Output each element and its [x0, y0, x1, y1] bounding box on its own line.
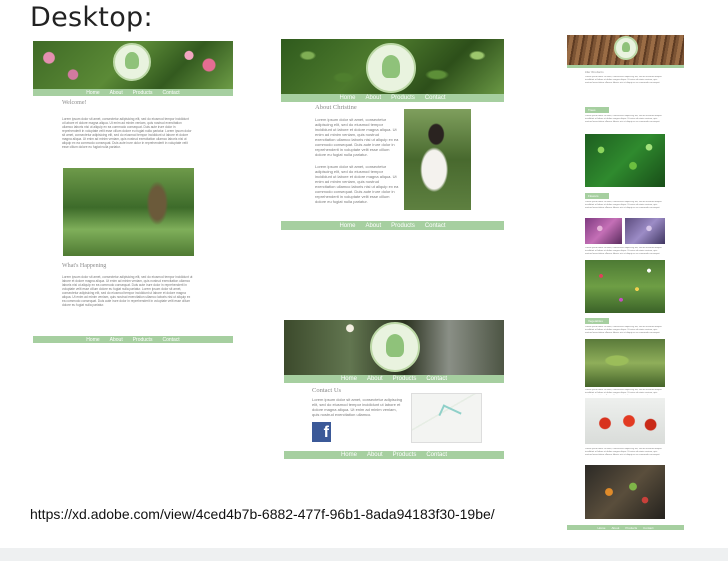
logo-icon [366, 43, 416, 93]
contact-top-nav: Home About Products Contact [284, 375, 504, 383]
contact-text: Lorem ipsum dolor sit amet, consectetur … [312, 397, 403, 417]
vegetables-photo-2 [585, 398, 665, 444]
footer-nav-home[interactable]: Home [339, 223, 355, 229]
happening-text: Lorem ipsum dolor sit amet, consectetur … [62, 275, 193, 307]
footer-nav-products[interactable]: Products [133, 337, 153, 343]
nav-home[interactable]: Home [341, 376, 357, 382]
vegetables-text-3: Lorem ipsum dolor sit amet, consectetur … [585, 448, 662, 456]
map-icon[interactable] [411, 393, 482, 443]
logo-icon [113, 43, 151, 81]
welcome-heading: Welcome! [62, 100, 87, 106]
flowers-text-2: Lorem ipsum dolor sit amet, consectetur … [585, 247, 662, 255]
facebook-icon[interactable]: f [312, 422, 331, 442]
nav-home[interactable]: Home [86, 90, 99, 96]
vegetables-text: Lorem ipsum dolor sit amet, consectetur … [585, 326, 662, 334]
about-footer-nav: Home About Products Contact [281, 221, 504, 230]
footer-nav-contact[interactable]: Contact [425, 223, 446, 229]
footer-nav-about[interactable]: About [611, 526, 619, 530]
nav-products[interactable]: Products [391, 95, 415, 101]
products-heading: Our Products [585, 70, 604, 74]
logo-icon [370, 322, 420, 372]
trees-photo [585, 134, 665, 187]
flowers-photo-1 [585, 218, 622, 244]
prototype-url[interactable]: https://xd.adobe.com/view/4ced4b7b-6882-… [30, 506, 495, 522]
home-top-nav: Home About Products Contact [33, 89, 233, 96]
footer-nav-products[interactable]: Products [393, 452, 417, 458]
footer-nav-home[interactable]: Home [597, 526, 605, 530]
footer-nav-about[interactable]: About [367, 452, 383, 458]
footer-nav-products[interactable]: Products [391, 223, 415, 229]
footer-nav-contact[interactable]: Contact [426, 452, 447, 458]
footer-nav-home[interactable]: Home [341, 452, 357, 458]
about-text-1: Lorem ipsum dolor sit amet, consectetur … [315, 117, 399, 157]
products-intro-text: Lorem ipsum dolor sit amet, consectetur … [585, 76, 662, 84]
products-top-nav [567, 65, 684, 68]
about-heading: About Christine [315, 104, 357, 111]
happening-heading: What's Happening [62, 263, 107, 269]
section-label-trees: Trees [585, 107, 609, 113]
footer-nav-about[interactable]: About [365, 223, 381, 229]
home-footer-nav: Home About Products Contact [33, 336, 233, 343]
footer-nav-home[interactable]: Home [86, 337, 99, 343]
flowers-photo-3 [585, 260, 665, 313]
nav-contact[interactable]: Contact [426, 376, 447, 382]
section-label-flowers: Flowers [585, 193, 609, 199]
vegetables-text-2: Lorem ipsum dolor sit amet, consectetur … [585, 389, 662, 395]
nav-products[interactable]: Products [393, 376, 417, 382]
vegetables-photo-1 [585, 339, 665, 387]
about-top-nav: Home About Products Contact [281, 94, 504, 102]
footer-nav-contact[interactable]: Contact [162, 337, 179, 343]
vegetables-photo-3 [585, 465, 665, 519]
flowers-photo-2 [625, 218, 665, 244]
welcome-text: Lorem ipsum dolor sit amet, consectetur … [62, 117, 192, 149]
nav-about[interactable]: About [367, 376, 383, 382]
section-label-vegetables: Vegetables [585, 318, 609, 324]
nav-home[interactable]: Home [339, 95, 355, 101]
about-text-2: Lorem ipsum dolor sit amet, consectetur … [315, 164, 399, 204]
products-footer-nav: Home About Products Contact [567, 525, 684, 530]
garden-photo [63, 168, 194, 256]
page-title: Desktop: [30, 2, 153, 33]
christine-photo [404, 109, 471, 210]
flowers-text: Lorem ipsum dolor sit amet, consectetur … [585, 201, 662, 209]
nav-about[interactable]: About [110, 90, 123, 96]
footer-nav-products[interactable]: Products [625, 526, 637, 530]
footer-nav-about[interactable]: About [110, 337, 123, 343]
nav-contact[interactable]: Contact [425, 95, 446, 101]
nav-products[interactable]: Products [133, 90, 153, 96]
contact-footer-nav: Home About Products Contact [284, 451, 504, 459]
logo-icon [614, 36, 638, 60]
trees-text: Lorem ipsum dolor sit amet, consectetur … [585, 115, 662, 123]
contact-heading: Contact Us [312, 387, 342, 394]
footer-nav-contact[interactable]: Contact [643, 526, 653, 530]
nav-contact[interactable]: Contact [162, 90, 179, 96]
nav-about[interactable]: About [365, 95, 381, 101]
bottom-bar [0, 548, 728, 561]
